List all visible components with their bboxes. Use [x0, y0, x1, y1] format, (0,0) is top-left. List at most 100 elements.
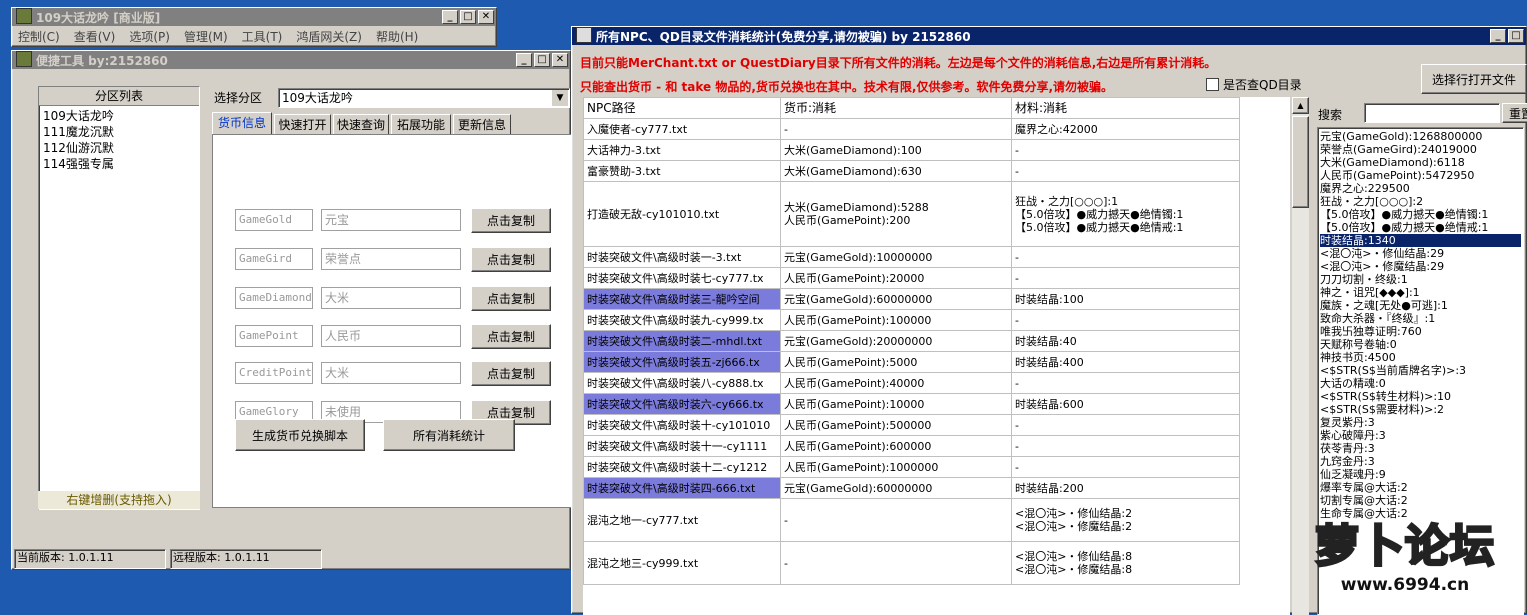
npc-path-cell[interactable]: 混沌之地三-cy999.txt	[583, 541, 781, 585]
checkbox-icon[interactable]	[1206, 78, 1219, 91]
table-row[interactable]: 时装突破文件\高级时装十-cy101010 人民币(GamePoint):5000…	[583, 414, 1240, 436]
total-item[interactable]: <$STR(S$需要材料)>:2	[1320, 403, 1521, 416]
total-item[interactable]: <$STR(S$当前盾牌名字)>:3	[1320, 364, 1521, 377]
currency-cell[interactable]: 人民币(GamePoint):10000	[780, 393, 1012, 415]
copy-button[interactable]: 点击复制	[471, 247, 551, 272]
currency-name-field[interactable]: 人民币	[321, 325, 461, 347]
total-item[interactable]: 仙乏凝魂丹:9	[1320, 468, 1521, 481]
minimize-icon[interactable]: _	[442, 10, 458, 24]
currency-cell[interactable]: 元宝(GameGold):10000000	[780, 246, 1012, 268]
currency-name-field[interactable]: 大米	[321, 362, 461, 384]
currency-name-field[interactable]: 元宝	[321, 209, 461, 231]
total-item[interactable]: 神技书页:4500	[1320, 351, 1521, 364]
npc-path-cell[interactable]: 时装突破文件\高级时装七-cy777.tx	[583, 267, 781, 289]
currency-cell[interactable]: -	[780, 498, 1012, 542]
currency-cell[interactable]: 元宝(GameGold):60000000	[780, 288, 1012, 310]
material-cell[interactable]: <混〇沌>・修仙结晶:8 <混〇沌>・修魔结晶:8	[1011, 541, 1240, 585]
currency-cell[interactable]: 人民币(GamePoint):500000	[780, 414, 1012, 436]
table-row[interactable]: 时装突破文件\高级时装九-cy999.tx 人民币(GamePoint):1000…	[583, 309, 1240, 331]
material-cell[interactable]: -	[1011, 435, 1240, 457]
table-row[interactable]: 时装突破文件\高级时装五-zj666.tx 人民币(GamePoint):5000…	[583, 351, 1240, 373]
tool-maximize-icon[interactable]: □	[534, 53, 550, 67]
currency-cell[interactable]: 人民币(GamePoint):600000	[780, 435, 1012, 457]
total-item[interactable]: 爆率专属@大话:2	[1320, 481, 1521, 494]
total-item[interactable]: 生命专属@大话:2	[1320, 507, 1521, 520]
scroll-thumb[interactable]	[1292, 116, 1309, 208]
menu-item[interactable]: 选项(P)	[129, 28, 170, 45]
total-item[interactable]: 大话の精魂:0	[1320, 377, 1521, 390]
currency-name-field[interactable]: 大米	[321, 287, 461, 309]
column-header[interactable]: 材料:消耗	[1011, 97, 1240, 119]
currency-cell[interactable]: 元宝(GameGold):60000000	[780, 477, 1012, 499]
menu-item[interactable]: 管理(M)	[184, 28, 228, 45]
npc-path-cell[interactable]: 时装突破文件\高级时装五-zj666.tx	[583, 351, 781, 373]
total-item[interactable]: 狂战・之力[○○○]:2	[1320, 195, 1521, 208]
npc-path-cell[interactable]: 打造破无敌-cy101010.txt	[583, 181, 781, 247]
tool-window-titlebar[interactable]: 便捷工具 by:2152860 _ □ ✕	[12, 51, 570, 69]
currency-cell[interactable]: 大米(GameDiamond):100	[780, 139, 1012, 161]
copy-button[interactable]: 点击复制	[471, 286, 551, 311]
material-cell[interactable]: -	[1011, 309, 1240, 331]
material-cell[interactable]: -	[1011, 456, 1240, 478]
currency-cell[interactable]: 人民币(GamePoint):1000000	[780, 456, 1012, 478]
table-row[interactable]: 入魔使者-cy777.txt - 魔界之心:42000	[583, 118, 1240, 140]
total-item[interactable]: <混〇沌>・修魔结晶:29	[1320, 260, 1521, 273]
menu-item[interactable]: 鸿盾网关(Z)	[296, 28, 362, 45]
column-header[interactable]: 货币:消耗	[780, 97, 1012, 119]
main-window-titlebar[interactable]: 109大话龙吟 [商业版] _ □ ✕	[12, 8, 496, 26]
tool-minimize-icon[interactable]: _	[516, 53, 532, 67]
npc-path-cell[interactable]: 时装突破文件\高级时装十二-cy1212	[583, 456, 781, 478]
open-file-button[interactable]: 选择行打开文件	[1421, 64, 1527, 94]
tab-4[interactable]: 拓展功能	[391, 114, 451, 134]
column-header[interactable]: NPC路径	[583, 97, 781, 119]
total-item[interactable]: 大米(GameDiamond):6118	[1320, 156, 1521, 169]
reset-button[interactable]: 重置	[1502, 103, 1527, 123]
menu-item[interactable]: 帮助(H)	[376, 28, 418, 45]
table-row[interactable]: 打造破无敌-cy101010.txt 大米(GameDiamond):5288 人民…	[583, 181, 1240, 247]
npc-path-cell[interactable]: 时装突破文件\高级时装十一-cy1111	[583, 435, 781, 457]
total-item[interactable]: 茯苓青丹:3	[1320, 442, 1521, 455]
npc-path-cell[interactable]: 时装突破文件\高级时装一-3.txt	[583, 246, 781, 268]
material-cell[interactable]: 时装结晶:200	[1011, 477, 1240, 499]
table-row[interactable]: 混沌之地三-cy999.txt - <混〇沌>・修仙结晶:8 <混〇沌>・修魔结晶:8	[583, 541, 1240, 585]
tab-2[interactable]: 快速打开	[274, 114, 331, 134]
stats-minimize-icon[interactable]: _	[1490, 29, 1506, 43]
material-cell[interactable]: -	[1011, 414, 1240, 436]
material-cell[interactable]: <混〇沌>・修仙结晶:2 <混〇沌>・修魔结晶:2	[1011, 498, 1240, 542]
table-row[interactable]: 时装突破文件\高级时装一-3.txt 元宝(GameGold):10000000 -	[583, 246, 1240, 268]
table-row[interactable]: 时装突破文件\高级时装八-cy888.tx 人民币(GamePoint):4000…	[583, 372, 1240, 394]
total-item[interactable]: 复灵紫丹:3	[1320, 416, 1521, 429]
currency-code-field[interactable]: GameGird	[235, 248, 313, 270]
table-row[interactable]: 大话神力-3.txt 大米(GameDiamond):100 -	[583, 139, 1240, 161]
total-item[interactable]: 人民币(GamePoint):5472950	[1320, 169, 1521, 182]
currency-name-field[interactable]: 荣誉点	[321, 248, 461, 270]
currency-cell[interactable]: -	[780, 541, 1012, 585]
table-row[interactable]: 时装突破文件\高级时装十一-cy1111 人民币(GamePoint):60000…	[583, 435, 1240, 457]
currency-code-field[interactable]: GamePoint	[235, 325, 313, 347]
total-item[interactable]: 致命大杀器・『终级』:1	[1320, 312, 1521, 325]
partition-item[interactable]: 114强强专属	[43, 156, 195, 172]
all-stats-button[interactable]: 所有消耗统计	[383, 419, 515, 451]
total-item[interactable]: 天赋称号卷轴:0	[1320, 338, 1521, 351]
currency-code-field[interactable]: GameGold	[235, 209, 313, 231]
currency-cell[interactable]: 大米(GameDiamond):630	[780, 160, 1012, 182]
npc-path-cell[interactable]: 混沌之地一-cy777.txt	[583, 498, 781, 542]
maximize-icon[interactable]: □	[460, 10, 476, 24]
table-row[interactable]: 时装突破文件\高级时装二-mhdl.txt 元宝(GameGold):200000…	[583, 330, 1240, 352]
total-item[interactable]: 九窍金丹:3	[1320, 455, 1521, 468]
total-item[interactable]: 荣誉点(GameGird):24019000	[1320, 143, 1521, 156]
tab-3[interactable]: 快速查询	[333, 114, 389, 134]
material-cell[interactable]: 魔界之心:42000	[1011, 118, 1240, 140]
total-item[interactable]: 时装结晶:1340	[1320, 234, 1521, 247]
table-row[interactable]: 时装突破文件\高级时装四-666.txt 元宝(GameGold):6000000…	[583, 477, 1240, 499]
tool-close-icon[interactable]: ✕	[552, 53, 568, 67]
currency-cell[interactable]: 人民币(GamePoint):100000	[780, 309, 1012, 331]
copy-button[interactable]: 点击复制	[471, 361, 551, 386]
total-item[interactable]: 魔界之心:229500	[1320, 182, 1521, 195]
npc-path-cell[interactable]: 时装突破文件\高级时装二-mhdl.txt	[583, 330, 781, 352]
scroll-up-icon[interactable]: ▲	[1292, 97, 1309, 114]
material-cell[interactable]: -	[1011, 139, 1240, 161]
material-cell[interactable]: -	[1011, 246, 1240, 268]
material-cell[interactable]: 时装结晶:400	[1011, 351, 1240, 373]
copy-button[interactable]: 点击复制	[471, 208, 551, 233]
